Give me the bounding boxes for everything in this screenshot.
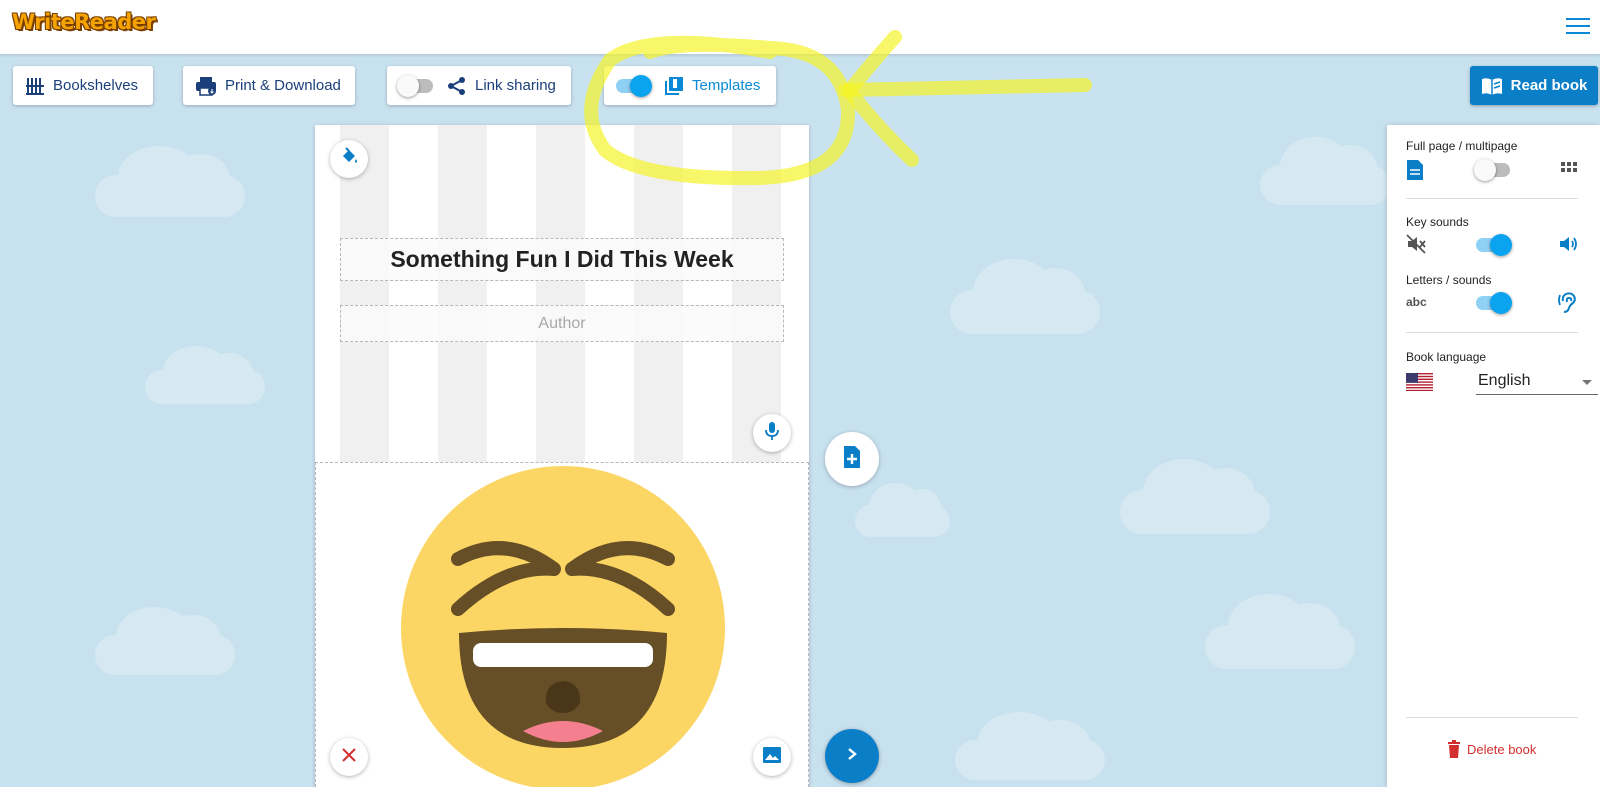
full-page-icon — [1406, 159, 1424, 186]
printer-icon — [195, 76, 217, 96]
print-download-label: Print & Download — [225, 77, 341, 94]
note-add-icon — [842, 445, 862, 474]
trash-icon — [1447, 740, 1461, 758]
multipage-grid-icon — [1560, 159, 1578, 182]
add-page-button[interactable] — [825, 432, 879, 486]
volume-up-icon — [1558, 234, 1578, 259]
templates-toggle[interactable] — [616, 74, 652, 97]
delete-book-button[interactable]: Delete book — [1447, 740, 1536, 758]
delete-book-label: Delete book — [1467, 741, 1537, 757]
paint-bucket-icon — [339, 146, 359, 172]
letters-sounds-row: abc — [1406, 290, 1578, 316]
link-sharing-label: Link sharing — [475, 77, 556, 94]
bookshelf-icon — [25, 76, 45, 96]
page-background-stripes — [340, 125, 784, 462]
book-title-field[interactable]: Something Fun I Did This Week — [340, 238, 784, 281]
link-sharing-toggle[interactable] — [397, 74, 433, 97]
page-mode-toggle[interactable] — [1474, 159, 1510, 181]
next-page-button[interactable] — [825, 729, 879, 783]
chevron-right-icon — [845, 747, 859, 766]
hearing-icon — [1558, 292, 1578, 319]
bookshelves-label: Bookshelves — [53, 77, 139, 94]
remove-image-button[interactable] — [330, 738, 368, 776]
us-flag-icon — [1406, 373, 1433, 391]
writereader-logo[interactable]: WriteReader — [12, 10, 156, 34]
print-download-button[interactable]: Print & Download — [183, 66, 355, 105]
top-bar: WriteReader — [0, 0, 1600, 54]
link-sharing-button[interactable]: Link sharing — [387, 66, 571, 105]
image-icon — [762, 746, 782, 769]
background-color-button[interactable] — [330, 140, 368, 178]
change-image-button[interactable] — [753, 738, 791, 776]
letters-sounds-label: Letters / sounds — [1406, 273, 1492, 287]
page-mode-row — [1406, 157, 1578, 183]
read-book-button[interactable]: Read book — [1470, 66, 1598, 105]
key-sounds-label: Key sounds — [1406, 215, 1469, 229]
templates-button[interactable]: Templates — [604, 66, 776, 105]
templates-label: Templates — [692, 77, 761, 94]
book-language-row: English — [1406, 369, 1598, 395]
key-sounds-row — [1406, 232, 1578, 258]
volume-off-icon — [1406, 234, 1426, 259]
book-language-select[interactable]: English — [1476, 369, 1598, 395]
library-books-icon — [664, 76, 684, 96]
key-sounds-toggle[interactable] — [1476, 234, 1512, 256]
read-book-label: Read book — [1510, 77, 1588, 94]
author-field[interactable]: Author — [340, 305, 784, 342]
laughing-emoji-image — [401, 466, 725, 787]
dropdown-caret-icon — [1582, 380, 1592, 385]
bookshelves-button[interactable]: Bookshelves — [13, 66, 153, 105]
close-icon — [341, 747, 357, 768]
page-image-area[interactable] — [315, 462, 809, 787]
page-mode-label: Full page / multipage — [1406, 139, 1518, 153]
letters-sounds-toggle[interactable] — [1476, 292, 1512, 314]
hamburger-menu-icon[interactable] — [1566, 15, 1590, 35]
letters-abc-icon: abc — [1406, 295, 1427, 309]
microphone-icon — [764, 421, 780, 446]
record-audio-button[interactable] — [753, 414, 791, 452]
book-language-label: Book language — [1406, 350, 1487, 364]
settings-panel: Full page / multipage Key sounds Letters… — [1387, 125, 1600, 787]
book-language-value: English — [1478, 372, 1531, 389]
book-page: Something Fun I Did This Week Author — [315, 125, 809, 787]
share-icon — [447, 76, 467, 96]
open-book-icon — [1481, 76, 1503, 96]
